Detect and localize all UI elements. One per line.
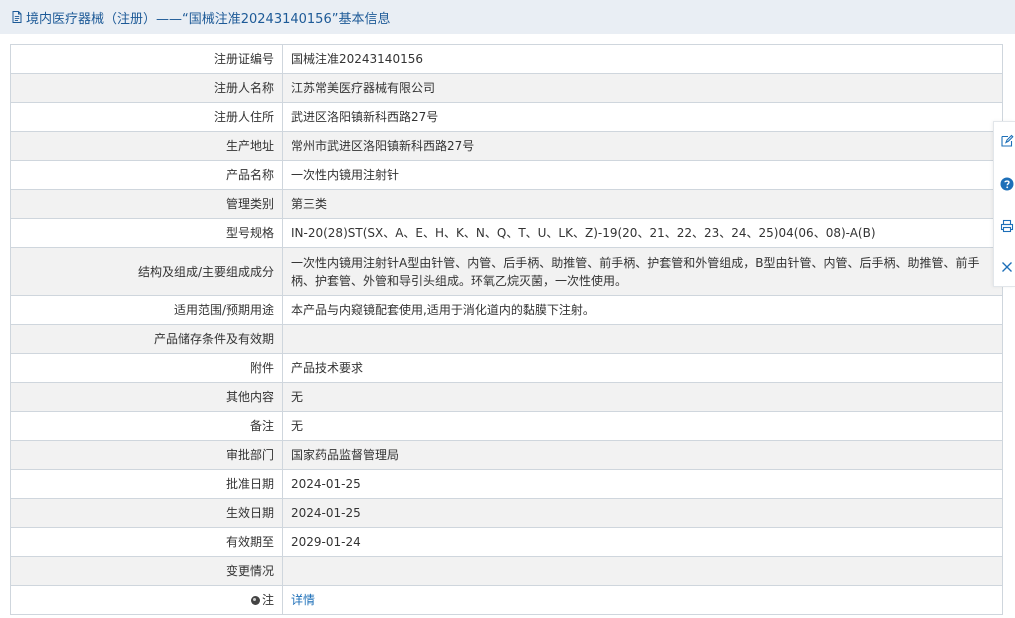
detail-table: 注册证编号 国械注准20243140156 注册人名称 江苏常美医疗器械有限公司… (10, 44, 1003, 615)
row-value: 第三类 (282, 189, 1003, 219)
row-label: 注册人名称 (10, 73, 283, 103)
edit-icon (1000, 134, 1014, 148)
table-row: 有效期至 2029-01-24 (10, 527, 1003, 557)
row-value: 本产品与内窥镜配套使用,适用于消化道内的黏膜下注射。 (282, 295, 1003, 325)
table-row: 生效日期 2024-01-25 (10, 498, 1003, 528)
row-label: 产品名称 (10, 160, 283, 190)
table-row: 产品储存条件及有效期 (10, 324, 1003, 354)
row-label: 注册证编号 (10, 44, 283, 74)
table-row: 注册人名称 江苏常美医疗器械有限公司 (10, 73, 1003, 103)
print-button[interactable] (994, 209, 1015, 243)
row-label: 注册人住所 (10, 102, 283, 132)
row-label: 管理类别 (10, 189, 283, 219)
row-label: 型号规格 (10, 218, 283, 248)
note-label: 注 (261, 593, 274, 607)
table-row: 备注 无 (10, 411, 1003, 441)
row-value: 产品技术要求 (282, 353, 1003, 383)
row-value: 一次性内镜用注射针A型由针管、内管、后手柄、助推管、前手柄、护套管和外管组成，B… (282, 247, 1003, 296)
page-title: 境内医疗器械（注册）——“国械注准20243140156”基本信息 (26, 11, 391, 27)
close-icon (1000, 260, 1014, 274)
table-row: 审批部门 国家药品监督管理局 (10, 440, 1003, 470)
help-icon (1000, 177, 1014, 191)
side-toolbar (993, 121, 1015, 287)
row-value (282, 556, 1003, 586)
table-row: 适用范围/预期用途 本产品与内窥镜配套使用,适用于消化道内的黏膜下注射。 (10, 295, 1003, 325)
row-label: 其他内容 (10, 382, 283, 412)
row-label: 批准日期 (10, 469, 283, 499)
row-value: 一次性内镜用注射针 (282, 160, 1003, 190)
row-value (282, 324, 1003, 354)
row-value: 国械注准20243140156 (282, 44, 1003, 74)
table-row: 结构及组成/主要组成成分 一次性内镜用注射针A型由针管、内管、后手柄、助推管、前… (10, 247, 1003, 296)
table-row: 附件 产品技术要求 (10, 353, 1003, 383)
row-value: 江苏常美医疗器械有限公司 (282, 73, 1003, 103)
close-button[interactable] (994, 250, 1015, 284)
row-label: 审批部门 (10, 440, 283, 470)
table-row: 型号规格 IN-20(28)ST(SX、A、E、H、K、N、Q、T、U、LK、Z… (10, 218, 1003, 248)
page: 境内医疗器械（注册）——“国械注准20243140156”基本信息 注册证编号 … (0, 0, 1015, 618)
row-value: 2029-01-24 (282, 527, 1003, 557)
edit-button[interactable] (994, 124, 1015, 158)
row-label: 变更情况 (10, 556, 283, 586)
table-row: 批准日期 2024-01-25 (10, 469, 1003, 499)
row-value: 武进区洛阳镇新科西路27号 (282, 102, 1003, 132)
row-label: 适用范围/预期用途 (10, 295, 283, 325)
help-button[interactable] (994, 167, 1015, 201)
row-value: 2024-01-25 (282, 498, 1003, 528)
print-icon (1000, 219, 1014, 233)
row-label: 有效期至 (10, 527, 283, 557)
title-bar: 境内医疗器械（注册）——“国械注准20243140156”基本信息 (0, 0, 1015, 34)
table-row: 变更情况 (10, 556, 1003, 586)
table-row: 注册证编号 国械注准20243140156 (10, 44, 1003, 74)
details-link[interactable]: 详情 (291, 593, 315, 607)
row-label: 备注 (10, 411, 283, 441)
table-row: 产品名称 一次性内镜用注射针 (10, 160, 1003, 190)
row-label: 生效日期 (10, 498, 283, 528)
note-dot-icon (250, 596, 260, 605)
note-row: 注 详情 (10, 585, 1003, 615)
note-label-cell: 注 (10, 585, 283, 615)
table-row: 管理类别 第三类 (10, 189, 1003, 219)
row-value: 无 (282, 382, 1003, 412)
row-label: 附件 (10, 353, 283, 383)
row-label: 产品储存条件及有效期 (10, 324, 283, 354)
document-icon (10, 10, 24, 24)
note-value-cell: 详情 (282, 585, 1003, 615)
row-label: 生产地址 (10, 131, 283, 161)
row-value: 无 (282, 411, 1003, 441)
row-label: 结构及组成/主要组成成分 (10, 247, 283, 296)
row-value: 2024-01-25 (282, 469, 1003, 499)
row-value: IN-20(28)ST(SX、A、E、H、K、N、Q、T、U、LK、Z)-19(… (282, 218, 1003, 248)
table-row: 其他内容 无 (10, 382, 1003, 412)
table-row: 生产地址 常州市武进区洛阳镇新科西路27号 (10, 131, 1003, 161)
row-value: 常州市武进区洛阳镇新科西路27号 (282, 131, 1003, 161)
table-row: 注册人住所 武进区洛阳镇新科西路27号 (10, 102, 1003, 132)
row-value: 国家药品监督管理局 (282, 440, 1003, 470)
